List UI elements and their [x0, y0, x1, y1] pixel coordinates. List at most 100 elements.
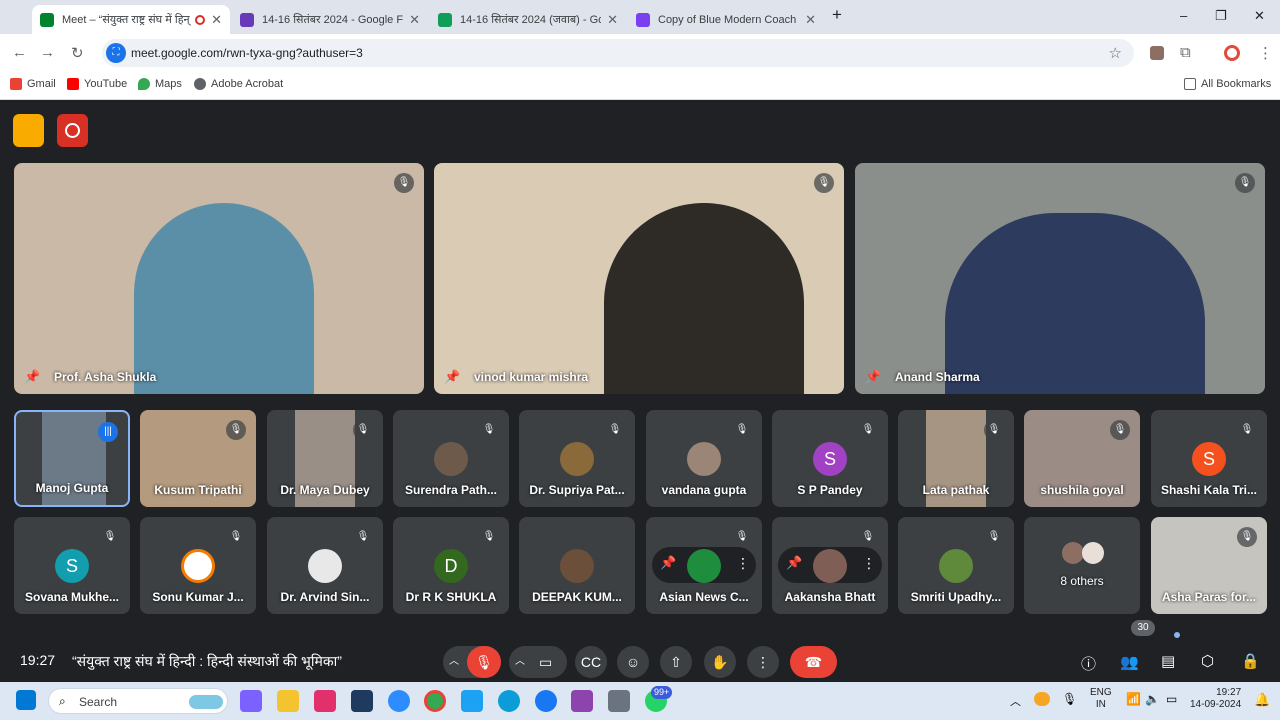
- language-indicator[interactable]: ENG IN: [1090, 687, 1112, 711]
- participant-tile[interactable]: 🎙 Kusum Tripathi: [140, 410, 256, 507]
- chevron-up-icon[interactable]: ︿: [449, 646, 459, 678]
- participant-tile[interactable]: ||| Manoj Gupta: [14, 410, 130, 507]
- close-tab-icon[interactable]: ✕: [211, 12, 222, 28]
- file-explorer-icon[interactable]: [277, 690, 299, 712]
- featured-tile[interactable]: 🎙 📌 Anand Sharma: [855, 163, 1265, 394]
- participant-tile[interactable]: 🎙 Dr. Arvind Sin...: [267, 517, 383, 614]
- windows-start-icon[interactable]: [16, 690, 36, 710]
- participant-tile[interactable]: 🎙 Lata pathak: [898, 410, 1014, 507]
- taskbar-search[interactable]: ⌕ Search: [48, 688, 228, 714]
- clock[interactable]: 19:27 14-09-2024: [1190, 687, 1241, 711]
- recording-badge-icon[interactable]: [57, 114, 88, 147]
- bookmark-gmail[interactable]: Gmail: [10, 78, 56, 90]
- chrome-icon[interactable]: [424, 690, 446, 712]
- pin-icon[interactable]: 📌: [444, 369, 460, 385]
- tab-google-forms[interactable]: 14-16 सितंबर 2024 - Google For ✕: [232, 5, 428, 34]
- tab-meet[interactable]: Meet – “संयुक्त राष्ट्र संघ में हिन् ✕: [32, 5, 230, 34]
- back-button[interactable]: ←: [12, 44, 27, 61]
- edge-icon[interactable]: [498, 690, 520, 712]
- app-icon[interactable]: [608, 690, 630, 712]
- participant-tile[interactable]: 📌 ⋮ 🎙 Aakansha Bhatt: [772, 517, 888, 614]
- extension-icon[interactable]: [1150, 46, 1164, 60]
- tab-canva[interactable]: Copy of Blue Modern Coach Tip ✕: [628, 5, 824, 34]
- close-tab-icon[interactable]: ✕: [805, 12, 816, 28]
- chat-icon[interactable]: ▤: [1161, 652, 1175, 670]
- bookmark-maps[interactable]: Maps: [138, 78, 182, 90]
- people-icon[interactable]: 👥: [1120, 653, 1139, 671]
- chevron-up-icon[interactable]: ︿: [515, 646, 525, 678]
- participant-tile[interactable]: 📌 ⋮ 🎙 Asian News C...: [646, 517, 762, 614]
- facebook-icon[interactable]: [535, 690, 557, 712]
- all-bookmarks[interactable]: All Bookmarks: [1184, 78, 1271, 90]
- copilot-icon[interactable]: [240, 690, 262, 712]
- camera-control[interactable]: ︿ ▭: [509, 646, 567, 678]
- menu-kebab-icon[interactable]: ⋮: [1258, 44, 1273, 62]
- camera-icon[interactable]: ▭: [539, 646, 552, 678]
- wifi-icon[interactable]: 📶: [1126, 692, 1141, 706]
- participant-tile[interactable]: 🎙 Dr. Maya Dubey: [267, 410, 383, 507]
- pin-icon[interactable]: 📌: [660, 555, 676, 571]
- close-tab-icon[interactable]: ✕: [409, 12, 420, 28]
- weather-icon[interactable]: [1034, 692, 1050, 706]
- bookmark-adobe-acrobat[interactable]: Adobe Acrobat: [194, 78, 283, 90]
- participant-name: Asian News C...: [659, 590, 749, 604]
- forward-button[interactable]: →: [40, 44, 55, 61]
- bookmark-youtube[interactable]: YouTube: [67, 78, 127, 90]
- participant-tile[interactable]: 🎙 Sonu Kumar J...: [140, 517, 256, 614]
- more-options-button[interactable]: ⋮: [747, 646, 779, 678]
- pin-icon[interactable]: 📌: [786, 555, 802, 571]
- zoom-icon[interactable]: [388, 690, 410, 712]
- more-options-icon[interactable]: ⋮: [862, 555, 876, 572]
- notification-bell-icon[interactable]: 🔔: [1254, 692, 1270, 708]
- more-options-icon[interactable]: ⋮: [736, 555, 750, 572]
- participant-tile[interactable]: 🎙 Asha Paras for...: [1151, 517, 1267, 614]
- participant-tile[interactable]: 🎙 shushila goyal: [1024, 410, 1140, 507]
- instagram-icon[interactable]: [314, 690, 336, 712]
- participant-tile[interactable]: S 🎙 Shashi Kala Tri...: [1151, 410, 1267, 507]
- raise-hand-button[interactable]: ✋: [704, 646, 736, 678]
- omnibox[interactable]: ⛶ meet.google.com/rwn-tyxa-gng?authuser=…: [102, 39, 1134, 67]
- pin-icon[interactable]: 📌: [24, 369, 40, 385]
- profile-avatar[interactable]: [1224, 45, 1240, 61]
- meeting-info-icon[interactable]: ⓘ: [1081, 653, 1096, 674]
- mic-off-icon[interactable]: 🎙: [467, 646, 501, 678]
- emoji-button[interactable]: ☺: [617, 646, 649, 678]
- chevron-up-icon[interactable]: ︿: [1010, 693, 1021, 709]
- minimize-button[interactable]: –: [1180, 8, 1187, 23]
- pin-icon[interactable]: 📌: [865, 369, 881, 385]
- bookmark-star-icon[interactable]: ☆: [1109, 44, 1122, 62]
- extensions-puzzle-icon[interactable]: ⧉: [1180, 44, 1191, 61]
- leave-call-button[interactable]: ☎: [790, 646, 837, 678]
- present-button[interactable]: ⇧: [660, 646, 692, 678]
- reload-button[interactable]: ↻: [71, 44, 84, 62]
- close-window-button[interactable]: ✕: [1254, 8, 1265, 24]
- restore-button[interactable]: ❐: [1215, 8, 1227, 24]
- captions-button[interactable]: CC: [575, 646, 607, 678]
- close-tab-icon[interactable]: ✕: [607, 12, 618, 28]
- participant-tile[interactable]: D 🎙 Dr R K SHUKLA: [393, 517, 509, 614]
- twitter-icon[interactable]: [461, 690, 483, 712]
- participant-tile[interactable]: DEEPAK KUM...: [519, 517, 635, 614]
- participant-tile[interactable]: S 🎙 S P Pandey: [772, 410, 888, 507]
- host-controls-icon[interactable]: 🔒: [1241, 652, 1260, 670]
- new-tab-button[interactable]: +: [832, 5, 842, 25]
- participant-tile[interactable]: 🎙 vandana gupta: [646, 410, 762, 507]
- featured-tile[interactable]: 🎙 📌 vinod kumar mishra: [434, 163, 844, 394]
- featured-tile[interactable]: 🎙 📌 Prof. Asha Shukla: [14, 163, 424, 394]
- tab-google-sheets[interactable]: 14-16 सितंबर 2024 (जवाब) - Goo ✕: [430, 5, 626, 34]
- speaker-icon[interactable]: 🔈: [1145, 692, 1160, 706]
- participant-tile[interactable]: 🎙 Surendra Path...: [393, 410, 509, 507]
- others-tile[interactable]: 8 others: [1024, 517, 1140, 614]
- url-text[interactable]: meet.google.com/rwn-tyxa-gng?authuser=3: [131, 46, 363, 60]
- store-icon[interactable]: [351, 690, 373, 712]
- mic-control[interactable]: ︿ 🎙: [443, 646, 501, 678]
- participant-tile[interactable]: 🎙 Smriti Upadhy...: [898, 517, 1014, 614]
- site-info-icon[interactable]: ⛶: [106, 43, 126, 63]
- participant-tile[interactable]: 🎙 Dr. Supriya Pat...: [519, 410, 635, 507]
- participant-tile[interactable]: S 🎙 Sovana Mukhe...: [14, 517, 130, 614]
- camera-off-badge-icon[interactable]: [13, 114, 44, 147]
- microphone-icon[interactable]: 🎙: [1062, 692, 1077, 706]
- clipchamp-icon[interactable]: [571, 690, 593, 712]
- battery-icon[interactable]: ▭: [1166, 692, 1177, 706]
- activities-icon[interactable]: ⬡: [1201, 652, 1214, 670]
